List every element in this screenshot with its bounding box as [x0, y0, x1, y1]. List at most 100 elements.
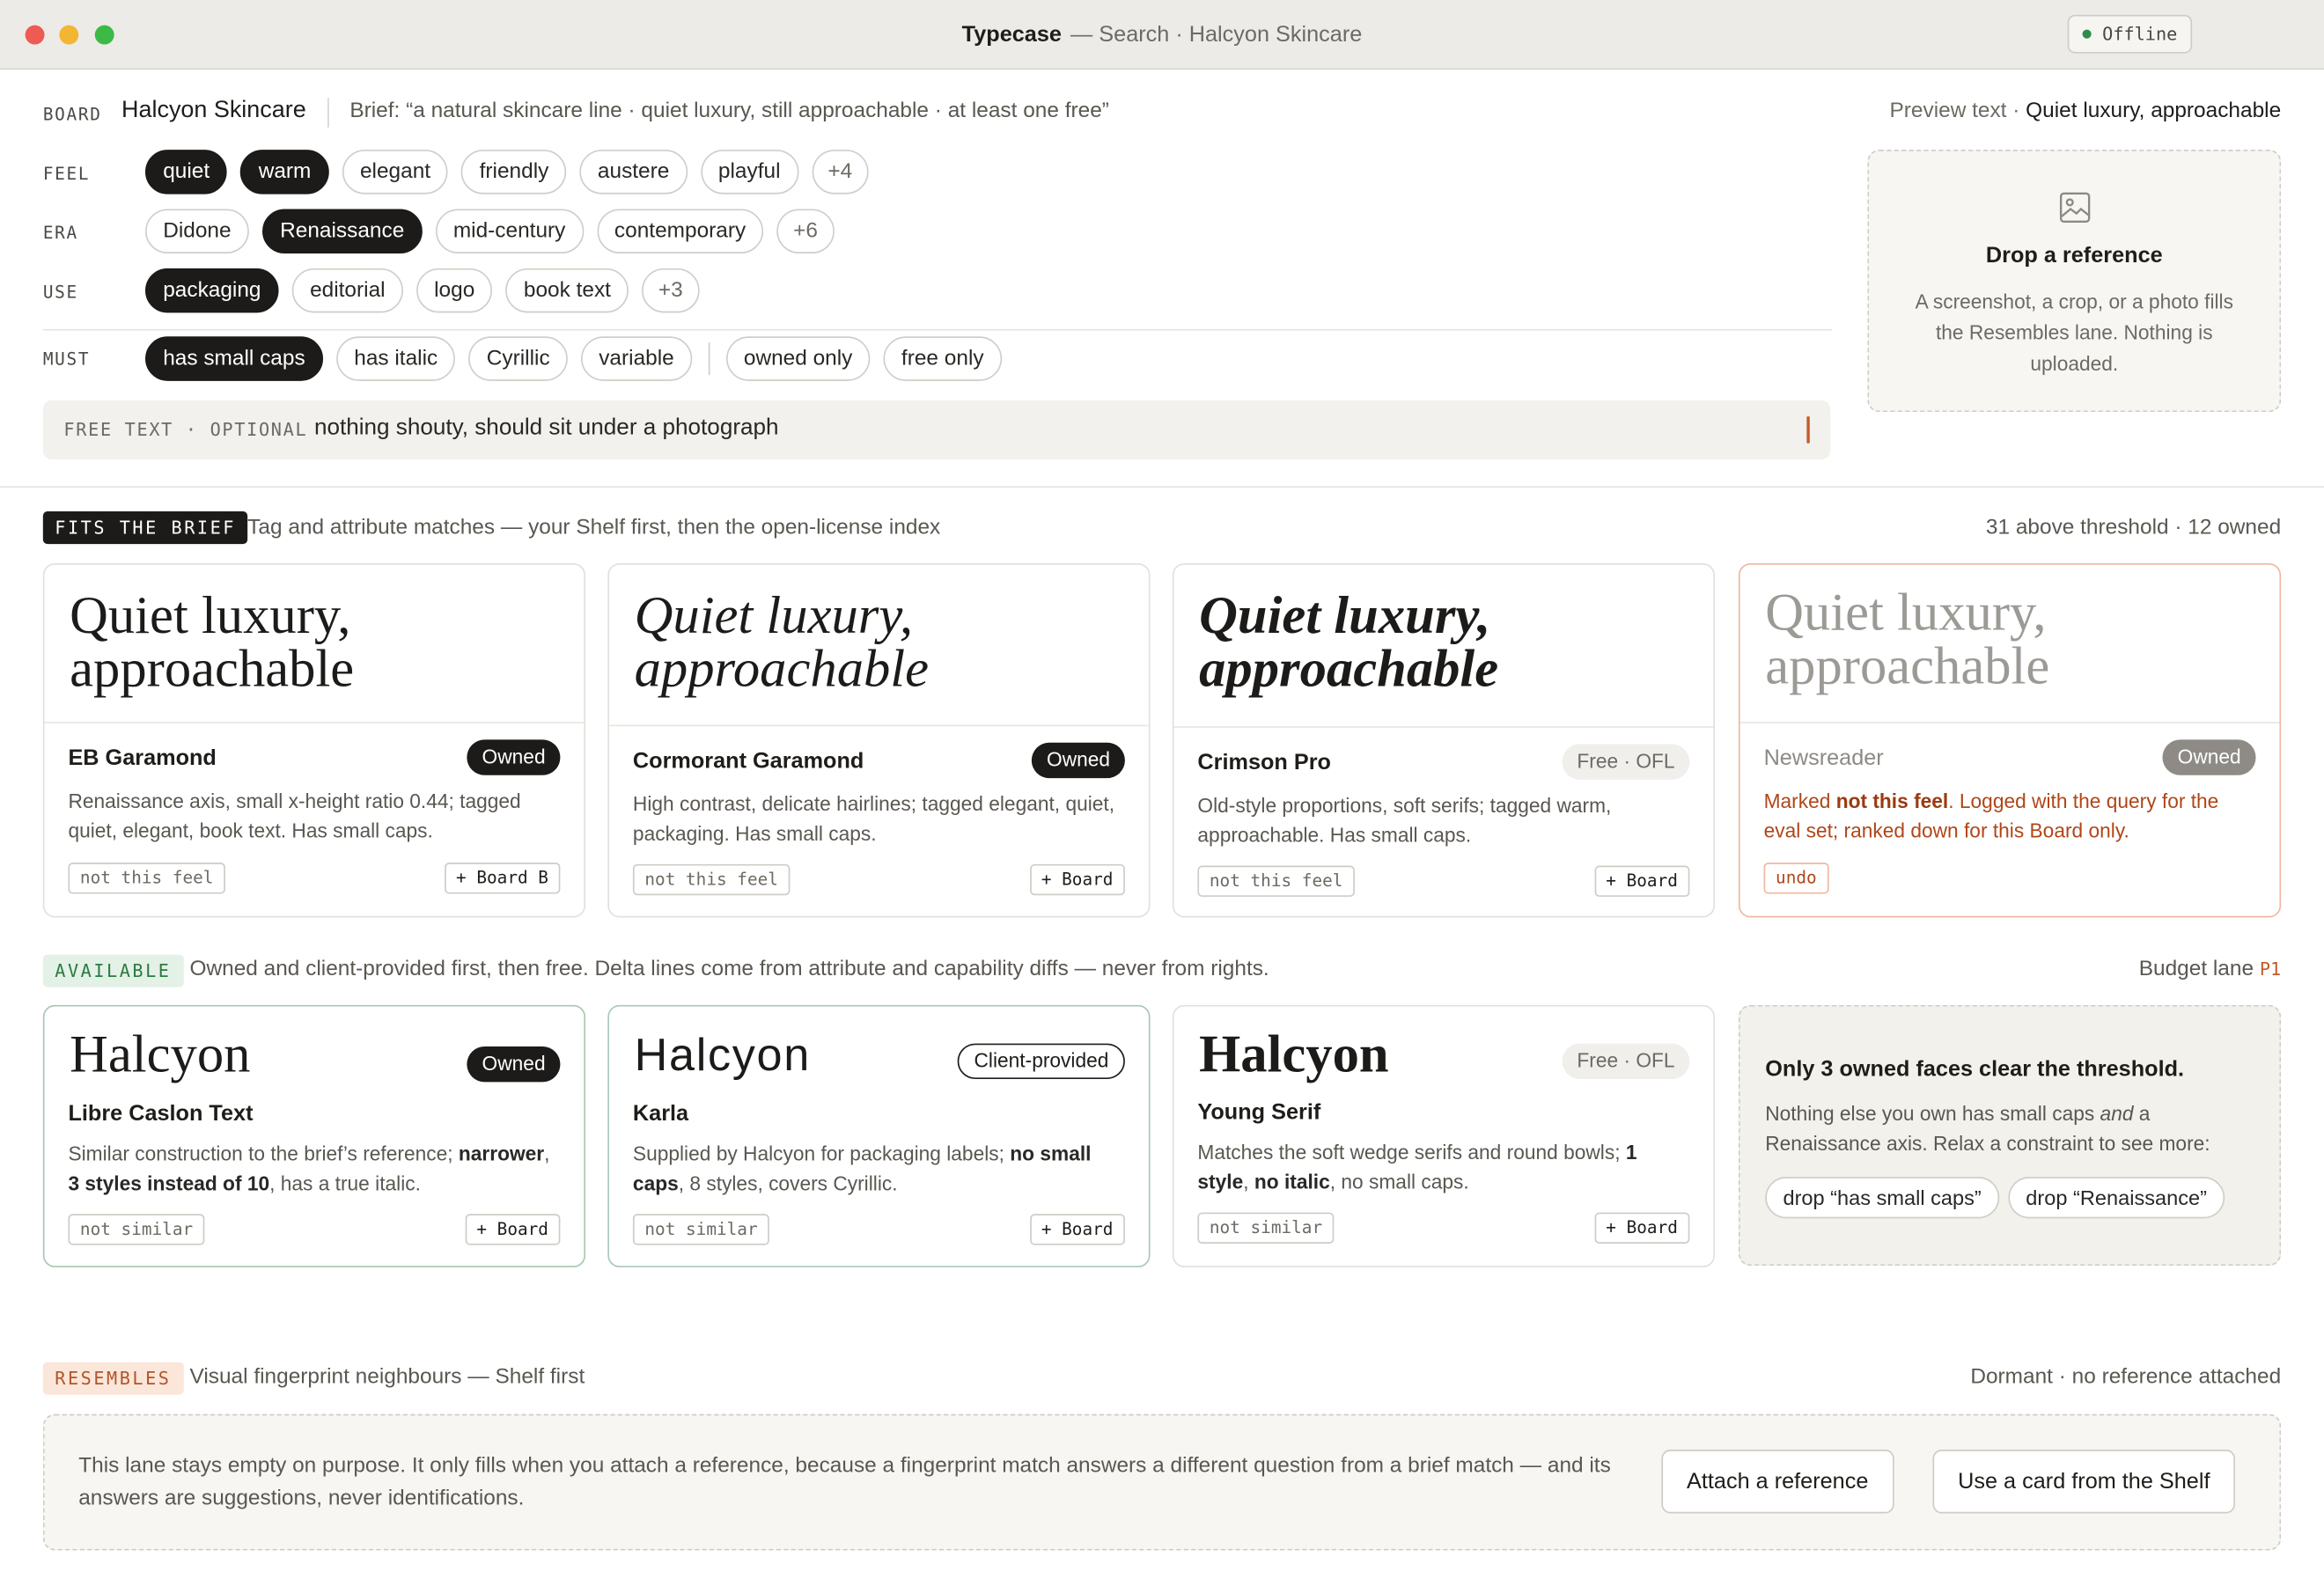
font-card-young-serif[interactable]: Halcyon Free · OFL Young Serif Matches t…: [1172, 1004, 1716, 1267]
owned-badge: Owned: [1032, 742, 1125, 779]
owned-badge: Owned: [467, 739, 561, 775]
font-description: Similar construction to the brief’s refe…: [68, 1142, 550, 1195]
add-to-board-button[interactable]: + Board: [1029, 1214, 1125, 1245]
chip-owned-only[interactable]: owned only: [725, 336, 871, 381]
resembles-explanation: This lane stays empty on purpose. It onl…: [78, 1454, 1611, 1511]
divider: [708, 342, 710, 376]
free-text-field[interactable]: FREE TEXT · OPTIONAL nothing shouty, sho…: [42, 400, 1831, 460]
drop-reference-zone[interactable]: Drop a reference A screenshot, a crop, o…: [1867, 150, 2282, 413]
chip-has-small-caps[interactable]: has small caps: [144, 336, 323, 381]
not-this-feel-button[interactable]: not this feel: [632, 863, 791, 896]
attach-reference-button[interactable]: Attach a reference: [1661, 1450, 1894, 1514]
preview-text-control[interactable]: Preview text · Quiet luxury, approachabl…: [1889, 99, 2281, 123]
chip-mid-century[interactable]: mid-century: [435, 209, 584, 253]
offline-status-badge: Offline: [2068, 14, 2193, 54]
relax-constraint-buttons: drop “has small caps” drop “Renaissance”: [1765, 1177, 2225, 1219]
font-specimen: Halcyon: [70, 1024, 251, 1084]
divider: [1173, 726, 1714, 728]
font-card-crimson-pro[interactable]: Quiet luxury, approachable Crimson Pro Fr…: [1172, 562, 1716, 918]
text-caret: [1806, 416, 1810, 444]
fits-lane-description: Tag and attribute matches — your Shelf f…: [247, 516, 941, 540]
font-name: Newsreader: [1763, 745, 1884, 771]
undo-button[interactable]: undo: [1763, 863, 1829, 894]
font-card-eb-garamond[interactable]: Quiet luxury, approachable EB Garamond Ow…: [42, 562, 586, 918]
chip-editorial[interactable]: editorial: [291, 268, 403, 313]
budget-lane-label: Budget lane P1: [2138, 957, 2282, 981]
font-specimen: Quiet luxury, approachable: [70, 585, 355, 699]
add-to-board-button[interactable]: + Board: [1593, 865, 1690, 897]
font-card-newsreader[interactable]: Quiet luxury, approachable Newsreader Own…: [1738, 562, 2282, 918]
window-subtitle: — Search · Halcyon Skincare: [1070, 22, 1363, 48]
feel-label: FEEL: [42, 163, 91, 184]
board-name[interactable]: Halcyon Skincare: [121, 98, 306, 124]
add-to-board-button[interactable]: + Board: [1593, 1212, 1690, 1244]
font-description: Old-style proportions, soft serifs; tagg…: [1197, 794, 1612, 847]
client-provided-badge: Client-provided: [957, 1043, 1125, 1080]
divider: [327, 98, 329, 128]
not-similar-button[interactable]: not similar: [1197, 1212, 1335, 1244]
owned-badge: Owned: [467, 1046, 561, 1083]
threshold-notice: Only 3 owned faces clear the threshold. …: [1738, 1004, 2282, 1267]
chip-variable[interactable]: variable: [581, 336, 692, 381]
available-badge: AVAILABLE: [42, 954, 183, 988]
not-this-feel-button[interactable]: not this feel: [68, 863, 225, 894]
font-description: Supplied by Halcyon for packaging labels…: [632, 1142, 1092, 1195]
chip-free-only[interactable]: free only: [883, 336, 1002, 381]
chip-elegant[interactable]: elegant: [342, 150, 449, 195]
font-card-libre-caslon-text[interactable]: Halcyon Owned Libre Caslon Text Similar …: [42, 1004, 586, 1267]
chip-friendly[interactable]: friendly: [461, 150, 567, 195]
chip-warm[interactable]: warm: [240, 150, 329, 195]
divider: [0, 486, 2324, 488]
app-name: Typecase: [961, 22, 1062, 48]
status-text: Offline: [2102, 23, 2178, 45]
chip-renaissance[interactable]: Renaissance: [261, 209, 423, 253]
not-this-feel-button[interactable]: not this feel: [1197, 865, 1355, 897]
not-similar-button[interactable]: not similar: [68, 1214, 205, 1245]
font-specimen: Quiet luxury, approachable: [1199, 585, 1499, 699]
chip-logo[interactable]: logo: [416, 268, 493, 313]
resembles-lane-description: Visual fingerprint neighbours — Shelf fi…: [189, 1365, 585, 1390]
board-label: BOARD: [42, 103, 102, 125]
era-label: ERA: [42, 222, 78, 244]
drop-reference-text: A screenshot, a crop, or a photo fills t…: [1915, 290, 2233, 376]
fits-the-brief-badge: FITS THE BRIEF: [42, 511, 248, 545]
add-to-board-button[interactable]: + Board: [1029, 863, 1125, 896]
font-card-cormorant-garamond[interactable]: Quiet luxury, approachable Cormorant Gara…: [607, 562, 1151, 918]
rejection-note: Marked not this feel. Logged with the qu…: [1763, 789, 2219, 842]
font-description: Matches the soft wedge serifs and round …: [1197, 1141, 1637, 1193]
add-to-board-button[interactable]: + Board B: [444, 863, 561, 894]
free-ofl-badge: Free · OFL: [1562, 1043, 1690, 1080]
threshold-title: Only 3 owned faces clear the threshold.: [1765, 1056, 2185, 1083]
resembles-status: Dormant · no reference attached: [1970, 1365, 2282, 1390]
chip-didone[interactable]: Didone: [144, 209, 249, 253]
chip-austere[interactable]: austere: [579, 150, 688, 195]
era-more-chip[interactable]: +6: [776, 209, 835, 253]
add-to-board-button[interactable]: + Board: [464, 1214, 561, 1245]
chip-quiet[interactable]: quiet: [144, 150, 228, 195]
chip-playful[interactable]: playful: [700, 150, 798, 195]
screen: Typecase — Search · Halcyon Skincare Offl…: [0, 0, 2324, 1586]
not-similar-button[interactable]: not similar: [632, 1214, 770, 1245]
title-bar: Typecase — Search · Halcyon Skincare Offl…: [0, 0, 2324, 70]
chip-cyrillic[interactable]: Cyrillic: [468, 336, 568, 381]
preview-value: Quiet luxury, approachable: [2026, 99, 2282, 123]
font-name: Young Serif: [1197, 1099, 1321, 1126]
app-window: Typecase — Search · Halcyon Skincare Offl…: [0, 0, 2324, 1586]
use-more-chip[interactable]: +3: [642, 268, 700, 313]
status-dot-icon: [2083, 29, 2092, 39]
font-specimen: Halcyon: [634, 1028, 811, 1081]
font-name: Cormorant Garamond: [632, 748, 864, 775]
window-title: Typecase — Search · Halcyon Skincare: [0, 22, 2324, 48]
feel-more-chip[interactable]: +4: [811, 150, 869, 195]
chip-contemporary[interactable]: contemporary: [596, 209, 764, 253]
chip-packaging[interactable]: packaging: [144, 268, 279, 313]
use-shelf-card-button[interactable]: Use a card from the Shelf: [1932, 1450, 2236, 1514]
use-label: USE: [42, 281, 78, 303]
use-chips: packaging editorial logo book text +3: [144, 268, 700, 313]
drop-small-caps-button[interactable]: drop “has small caps”: [1765, 1177, 1999, 1219]
chip-book-text[interactable]: book text: [505, 268, 629, 313]
font-card-karla[interactable]: Halcyon Client-provided Karla Supplied b…: [607, 1004, 1151, 1267]
drop-renaissance-button[interactable]: drop “Renaissance”: [2008, 1177, 2225, 1219]
threshold-text: Nothing else you own has small caps and …: [1765, 1102, 2210, 1155]
chip-has-italic[interactable]: has italic: [336, 336, 456, 381]
